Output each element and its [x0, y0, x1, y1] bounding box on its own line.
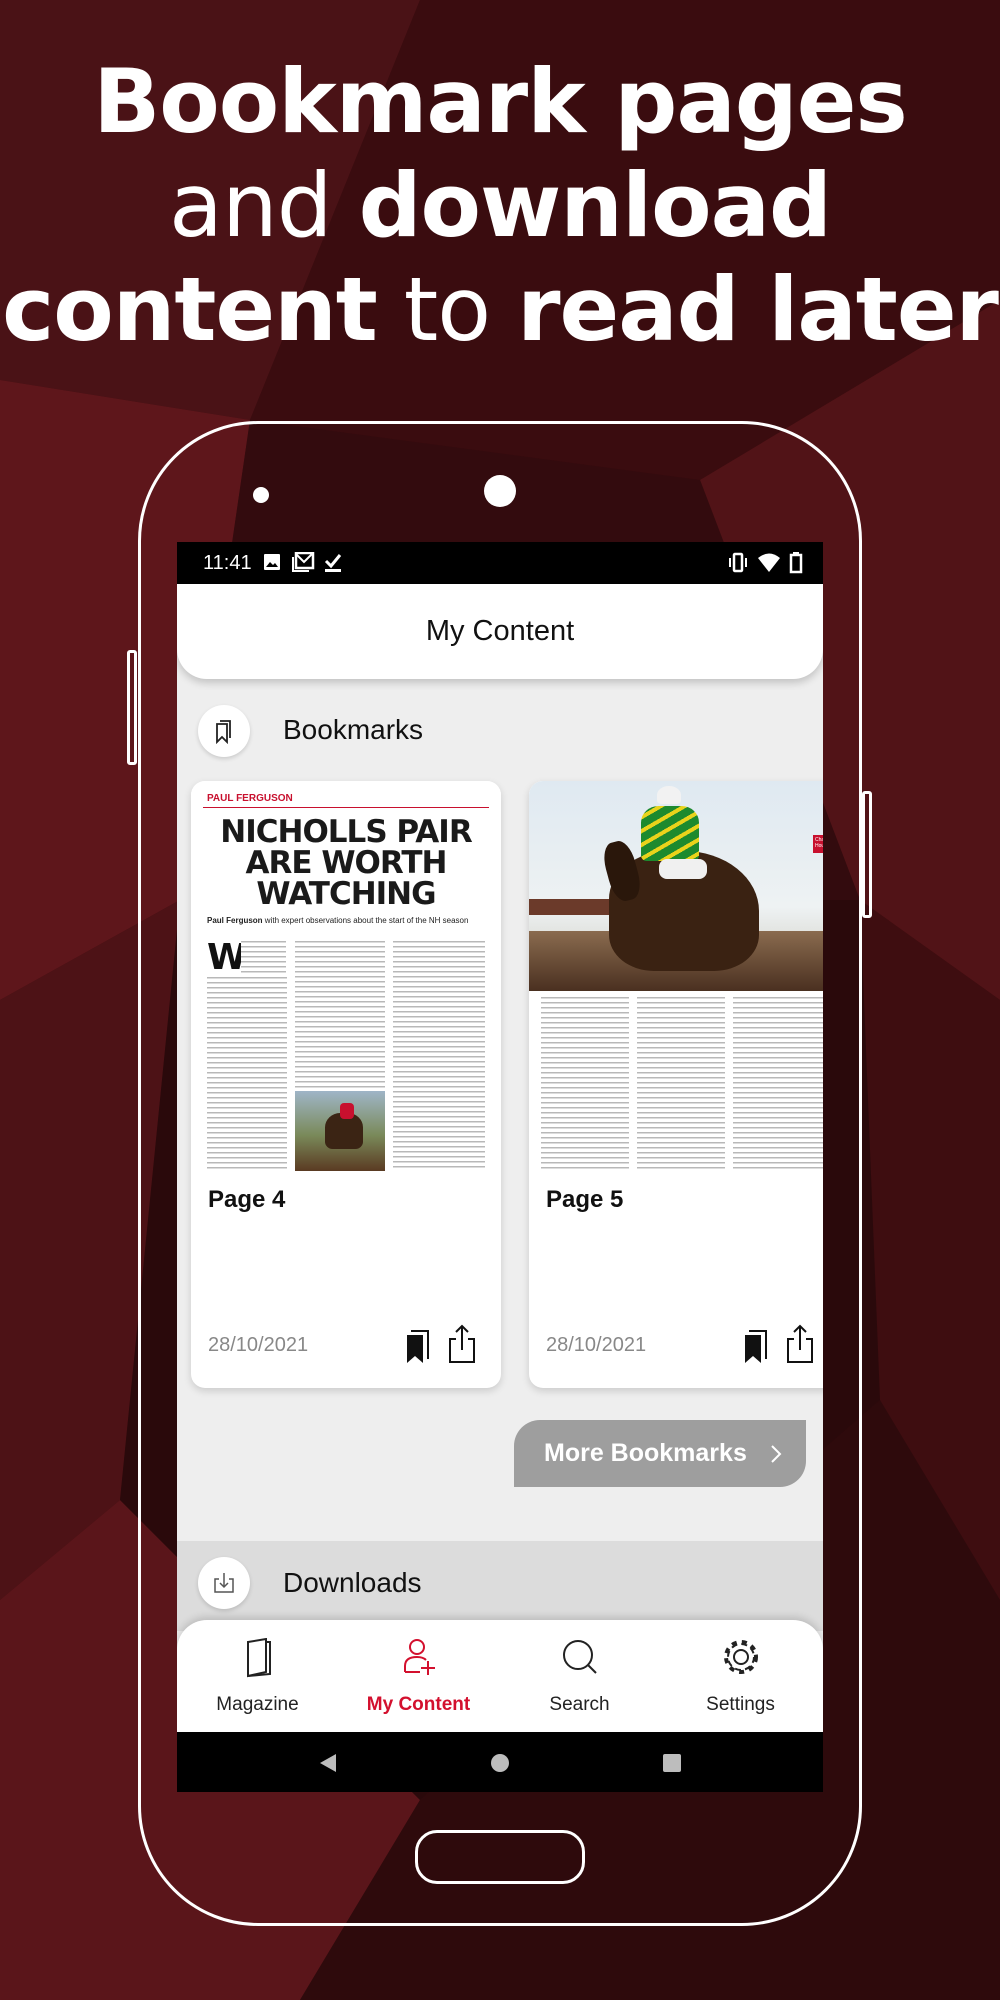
- bottom-nav: Magazine My Content Search Settings: [177, 1620, 823, 1732]
- phone-sensor: [253, 487, 269, 503]
- vibrate-icon: [729, 552, 747, 573]
- page-header: My Content: [177, 584, 823, 679]
- nav-search[interactable]: Search: [499, 1620, 660, 1732]
- thumb-photo-tag: Chantry House: [813, 835, 823, 853]
- back-icon[interactable]: [318, 1752, 338, 1774]
- gmail-icon: [292, 552, 315, 572]
- bookmark-filled-icon[interactable]: [405, 1329, 431, 1365]
- bookmarks-section-icon: [198, 705, 250, 757]
- bookmark-date: 28/10/2021: [208, 1334, 309, 1356]
- image-icon: [264, 554, 280, 570]
- bookmarks-section-title: Bookmarks: [283, 714, 424, 745]
- page-title: My Content: [425, 615, 575, 647]
- bookmark-card[interactable]: Chantry House Page 5 28/10/2021: [529, 781, 823, 1388]
- bookmark-date: 28/10/2021: [546, 1334, 647, 1356]
- thumb-photo: Chantry House: [529, 781, 823, 991]
- nav-magazine[interactable]: Magazine: [177, 1620, 338, 1732]
- recents-icon[interactable]: [662, 1753, 682, 1773]
- nav-label: Settings: [706, 1694, 775, 1715]
- downloads-section-title: Downloads: [283, 1567, 422, 1598]
- thumb-photo: [295, 1091, 385, 1171]
- nav-my-content[interactable]: My Content: [338, 1620, 499, 1732]
- system-nav-bar: [177, 1732, 823, 1792]
- thumb-standfirst: Paul Ferguson with expert observations a…: [207, 916, 469, 925]
- share-icon[interactable]: [448, 1324, 476, 1364]
- share-icon[interactable]: [786, 1324, 814, 1364]
- more-bookmarks-button[interactable]: More Bookmarks: [514, 1420, 806, 1487]
- downloads-section: [177, 1541, 823, 1631]
- nav-settings[interactable]: Settings: [660, 1620, 821, 1732]
- page-thumbnail[interactable]: PAUL FERGUSON NICHOLLS PAIR ARE WORTH WA…: [191, 781, 501, 1171]
- download-icon: [214, 1573, 234, 1593]
- nav-label: Search: [549, 1694, 610, 1715]
- page-label: Page 4: [208, 1186, 286, 1213]
- phone-camera: [484, 475, 516, 507]
- gear-icon: [724, 1640, 758, 1674]
- battery-icon: [789, 552, 803, 574]
- downloads-section-icon: [198, 1557, 250, 1609]
- wifi-icon: [758, 553, 780, 572]
- more-bookmarks-label: More Bookmarks: [544, 1439, 747, 1467]
- page-thumbnail[interactable]: Chantry House: [529, 781, 823, 1171]
- download-done-icon: [324, 554, 342, 572]
- phone-side-button: [127, 650, 137, 765]
- home-icon[interactable]: [490, 1753, 510, 1773]
- search-icon: [563, 1640, 597, 1674]
- thumb-headline: NICHOLLS PAIR ARE WORTH WATCHING: [220, 814, 472, 912]
- status-bar: 11:41: [177, 542, 823, 584]
- status-time: 11:41: [203, 552, 252, 574]
- phone-home-button: [415, 1830, 585, 1884]
- nav-label: My Content: [366, 1694, 471, 1715]
- app-screen: 11:41 My Content Bookmarks PAUL FERGUSON…: [177, 542, 823, 1792]
- bookmark-card[interactable]: PAUL FERGUSON NICHOLLS PAIR ARE WORTH WA…: [191, 781, 501, 1388]
- chevron-right-icon: [771, 1444, 782, 1463]
- phone-side-button: [862, 791, 872, 918]
- promo-headline: Bookmark pages and download content to r…: [2, 50, 999, 361]
- user-add-icon: [404, 1639, 435, 1675]
- bookmark-filled-icon[interactable]: [743, 1329, 769, 1365]
- magazine-icon: [247, 1638, 271, 1678]
- page-label: Page 5: [546, 1186, 624, 1213]
- nav-label: Magazine: [216, 1694, 299, 1715]
- bookmarks-icon: [216, 720, 231, 744]
- thumb-byline: PAUL FERGUSON: [207, 793, 293, 804]
